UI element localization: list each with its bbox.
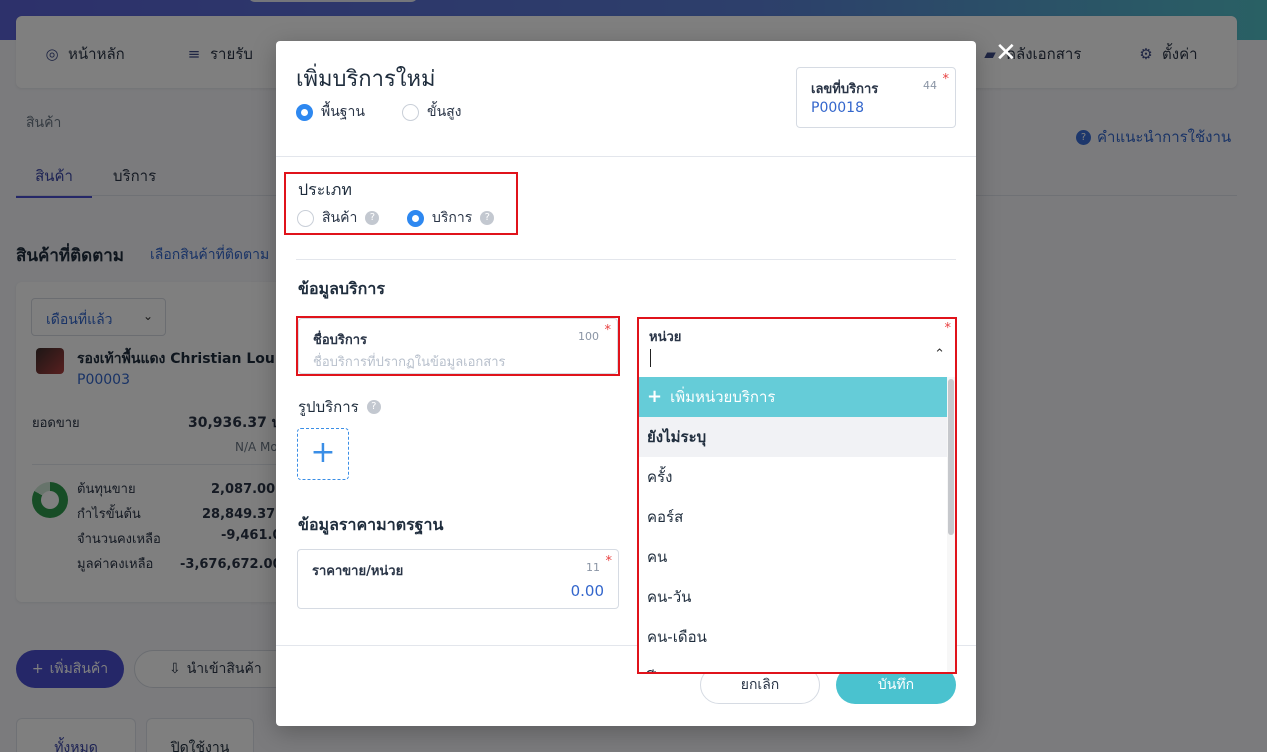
- required-mark: *: [605, 554, 613, 569]
- service-number-field[interactable]: เลขที่บริการ 44 * P00018: [796, 67, 956, 128]
- mode-advanced-label: ขั้นสูง: [427, 104, 462, 120]
- type-divider: [296, 259, 956, 260]
- modal-title: เพิ่มบริการใหม่: [296, 67, 436, 92]
- radio-unchecked-icon: [297, 209, 314, 227]
- help-icon[interactable]: ?: [365, 211, 380, 225]
- mode-basic-label: พื้นฐาน: [321, 104, 365, 120]
- price-value[interactable]: 0.00: [571, 582, 604, 600]
- header-divider: [276, 156, 976, 157]
- mode-advanced-radio[interactable]: ขั้นสูง: [402, 101, 462, 123]
- service-image-label-text: รูปบริการ: [298, 398, 359, 416]
- close-icon[interactable]: ✕: [995, 40, 1017, 66]
- type-product-label: สินค้า: [322, 210, 358, 226]
- type-product-radio[interactable]: สินค้า ?: [297, 207, 380, 229]
- service-image-label: รูปบริการ ?: [298, 395, 381, 419]
- service-number-value[interactable]: P00018: [811, 100, 864, 116]
- add-image-button[interactable]: +: [297, 428, 349, 480]
- price-label: ราคาขาย/หน่วย: [312, 564, 404, 579]
- help-icon[interactable]: ?: [480, 211, 495, 225]
- add-service-modal: เพิ่มบริการใหม่ พื้นฐาน ขั้นสูง เลขที่บร…: [276, 41, 976, 726]
- type-title: ประเภท: [298, 180, 352, 199]
- type-service-label: บริการ: [432, 210, 473, 226]
- radio-unchecked-icon: [402, 103, 419, 121]
- required-mark: *: [942, 72, 950, 87]
- radio-checked-icon: [407, 209, 424, 227]
- radio-checked-icon: [296, 103, 313, 121]
- help-icon[interactable]: ?: [366, 400, 381, 414]
- service-number-label: เลขที่บริการ: [811, 82, 879, 97]
- price-field[interactable]: ราคาขาย/หน่วย 11 * 0.00: [297, 549, 619, 609]
- price-info-title: ข้อมูลราคามาตรฐาน: [298, 515, 444, 534]
- unit-highlight-box: [637, 317, 957, 674]
- char-count: 11: [586, 561, 600, 574]
- name-highlight-box: [296, 316, 620, 376]
- char-count: 44: [923, 79, 937, 92]
- type-service-radio[interactable]: บริการ ?: [407, 207, 495, 229]
- service-info-title: ข้อมูลบริการ: [298, 279, 385, 298]
- mode-basic-radio[interactable]: พื้นฐาน: [296, 101, 365, 123]
